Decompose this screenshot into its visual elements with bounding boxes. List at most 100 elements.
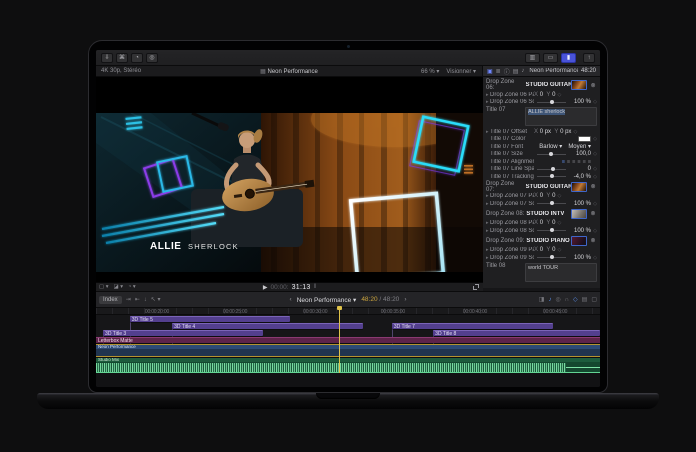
next-project-icon[interactable]: ›	[404, 296, 406, 303]
title-text-field[interactable]: world TOUR	[525, 263, 597, 282]
dropzone-row: Drop Zone 07: STUDIO GUITAR ⊗	[483, 181, 600, 193]
tracking-value[interactable]: -4,0 %	[569, 174, 591, 180]
align-right-icon[interactable]: ≡	[572, 159, 575, 165]
audio-monitor-icon[interactable]: ∩	[565, 297, 569, 303]
timeline-toggle-button[interactable]: ▭	[543, 53, 558, 63]
browser-icon: ▥	[530, 55, 536, 61]
title-clip[interactable]: 3D Title 3	[103, 330, 263, 336]
inspector-clip-duration: 48:20	[581, 68, 596, 74]
audio-meters-icon[interactable]: ‖	[314, 284, 316, 290]
playhead[interactable]	[339, 306, 340, 373]
dropzone-row: Drop Zone 08: STUDIO INTV ⊗	[483, 208, 600, 220]
letterbox-matte-clip[interactable]: Letterbox Matte	[96, 337, 600, 343]
title-text-field[interactable]: ALLIE sherlock	[525, 107, 597, 126]
remove-icon[interactable]: ⊗	[589, 82, 597, 89]
size-slider[interactable]	[537, 154, 566, 155]
color-swatch[interactable]	[578, 136, 591, 142]
timeline-project-menu[interactable]: Neon Performance ▾	[297, 296, 357, 304]
offset-x-field[interactable]: 0 px	[540, 129, 551, 135]
tracking-slider[interactable]	[537, 176, 566, 177]
skimming-icon[interactable]: ◨	[539, 296, 545, 303]
align-center-icon[interactable]: ≡	[567, 159, 570, 165]
param-row-alignment: Title 07 Alignment ≡ ≡ ≡ ≡ ≡ ≡	[483, 158, 600, 166]
remove-icon[interactable]: ⊗	[589, 183, 597, 190]
generator-inspector-tab[interactable]: ▣	[487, 68, 493, 75]
text-inspector-tab[interactable]: ≣	[496, 68, 501, 75]
extensions-button[interactable]: ◎	[146, 53, 158, 63]
scale-value[interactable]: 100 %	[569, 99, 591, 105]
timeline-title-group: ‹ Neon Performance ▾ 48:20 / 48:20 ›	[96, 292, 600, 307]
audio-clip[interactable]: Studio Mix	[96, 358, 600, 373]
effects-browser-icon[interactable]: ▤	[582, 296, 588, 303]
dropzone-thumbnail[interactable]	[571, 236, 587, 246]
param-row-tracking: Title 07 Tracking -4,0 % ◇	[483, 173, 600, 181]
timeline-icon: ▭	[548, 55, 554, 61]
fullscreen-icon[interactable]	[473, 284, 479, 290]
param-row-pan: ▸ Drop Zone 07 Pan X 0 Y 0 ◇	[483, 193, 600, 201]
play-button[interactable]: ▶	[263, 284, 268, 291]
font-weight-dropdown[interactable]: Moyen ▾	[568, 143, 591, 150]
import-media-icon: ⇩	[104, 55, 109, 61]
param-row-scale: ▸ Drop Zone 09 Scale 100 % ◇	[483, 254, 600, 262]
video-inspector-tab[interactable]: ▤	[513, 68, 519, 75]
scale-slider[interactable]	[537, 203, 566, 204]
scale-slider[interactable]	[537, 257, 566, 258]
timeline-toolbar: Index ⇥ ⇤ ↓ ↖ ▾ ‹ Neon Performance ▾ 48:…	[96, 291, 600, 308]
pan-x-field[interactable]: 0	[540, 92, 543, 98]
alignment-buttons: ≡ ≡ ≡ ≡ ≡ ≡	[562, 159, 591, 165]
macbook-screen: ⇩ ⌘ ◔ ◎ ▥ ▭ ▮ ↑ 4K 30p, Stéréo ▦ Neon Pe…	[88, 40, 608, 393]
title-clip[interactable]: 3D Title 7	[392, 323, 553, 329]
param-row-size: Title 07 Size 100,0 ◇	[483, 151, 600, 159]
linespacing-value[interactable]: 0	[569, 166, 591, 172]
title-text-row: Title 07 ALLIE sherlock	[483, 106, 600, 128]
remove-icon[interactable]: ⊗	[589, 237, 597, 244]
justify-right-icon[interactable]: ≡	[588, 159, 591, 165]
linespacing-slider[interactable]	[537, 169, 566, 170]
param-row-color: Title 07 Color ◇	[483, 136, 600, 144]
dropzone-thumbnail[interactable]	[571, 80, 587, 90]
inspector-toggle-button[interactable]: ▮	[561, 53, 576, 63]
toolbar-left-group: ⇩ ⌘ ◔ ◎	[101, 53, 158, 63]
scale-slider[interactable]	[537, 230, 566, 231]
primary-storyline-clip[interactable]: Neon Performance	[96, 344, 600, 357]
dropzone-thumbnail[interactable]	[571, 182, 587, 192]
size-value[interactable]: 100,0	[569, 151, 591, 157]
offset-y-field[interactable]: 0 px	[560, 129, 571, 135]
snapping-icon[interactable]: ◇	[573, 296, 578, 303]
duration-button[interactable]: ◔ ▾	[128, 284, 136, 290]
audio-skimming-icon[interactable]: ♪	[548, 297, 551, 303]
timecode-prefix: 00:00:	[271, 284, 289, 291]
solo-icon[interactable]: ◎	[555, 296, 560, 303]
timeline-ruler[interactable]: 00:00:20:00 00:00:25:00 00:00:30:00 00:0…	[96, 308, 600, 315]
previous-project-icon[interactable]: ‹	[290, 296, 292, 303]
remove-icon[interactable]: ⊗	[589, 210, 597, 217]
blade-icon: ◪	[114, 284, 119, 290]
font-family-dropdown[interactable]: Barlow ▾	[539, 143, 562, 150]
info-inspector-tab[interactable]: ⓘ	[504, 67, 510, 76]
title-clip[interactable]: 3D Title 5	[130, 316, 290, 322]
align-left-icon[interactable]: ≡	[562, 159, 565, 165]
zoom-fit-icon[interactable]: ▢	[591, 296, 597, 303]
justify-left-icon[interactable]: ≡	[577, 159, 580, 165]
share-button[interactable]: ↑	[583, 53, 595, 63]
timeline-tool-menus: ▢ ▾ ◪ ▾ ◔ ▾	[99, 284, 136, 290]
justify-center-icon[interactable]: ≡	[583, 159, 586, 165]
clip-appearance-button[interactable]: ▢ ▾	[99, 284, 109, 290]
import-media-button[interactable]: ⇩	[101, 53, 113, 63]
extensions-icon: ◎	[149, 55, 154, 61]
keyword-editor-button[interactable]: ⌘	[116, 53, 128, 63]
param-row-pan: ▸ Drop Zone 08 Pan X 0 Y 0 ◇	[483, 220, 600, 228]
toolbar-right-group: ▥ ▭ ▮ ↑	[525, 53, 595, 63]
dropzone-row: Drop Zone 06: STUDIO GUITAR ⊗	[483, 79, 600, 91]
param-row-linespacing: Title 07 Line Spacing 0 ◇	[483, 166, 600, 174]
retime-button[interactable]: ◪ ▾	[114, 284, 124, 290]
title-clip[interactable]: 3D Title 8	[433, 330, 600, 336]
audio-inspector-tab[interactable]: ♪	[521, 68, 524, 74]
background-tasks-button[interactable]: ◔	[131, 53, 143, 63]
scale-slider[interactable]	[537, 102, 566, 103]
browser-toggle-button[interactable]: ▥	[525, 53, 540, 63]
title-clip[interactable]: 3D Title 4	[172, 323, 363, 329]
camera-icon	[347, 45, 350, 48]
lower-third-name-light: SHERLOCK	[188, 242, 239, 251]
dropzone-thumbnail[interactable]	[571, 209, 587, 219]
